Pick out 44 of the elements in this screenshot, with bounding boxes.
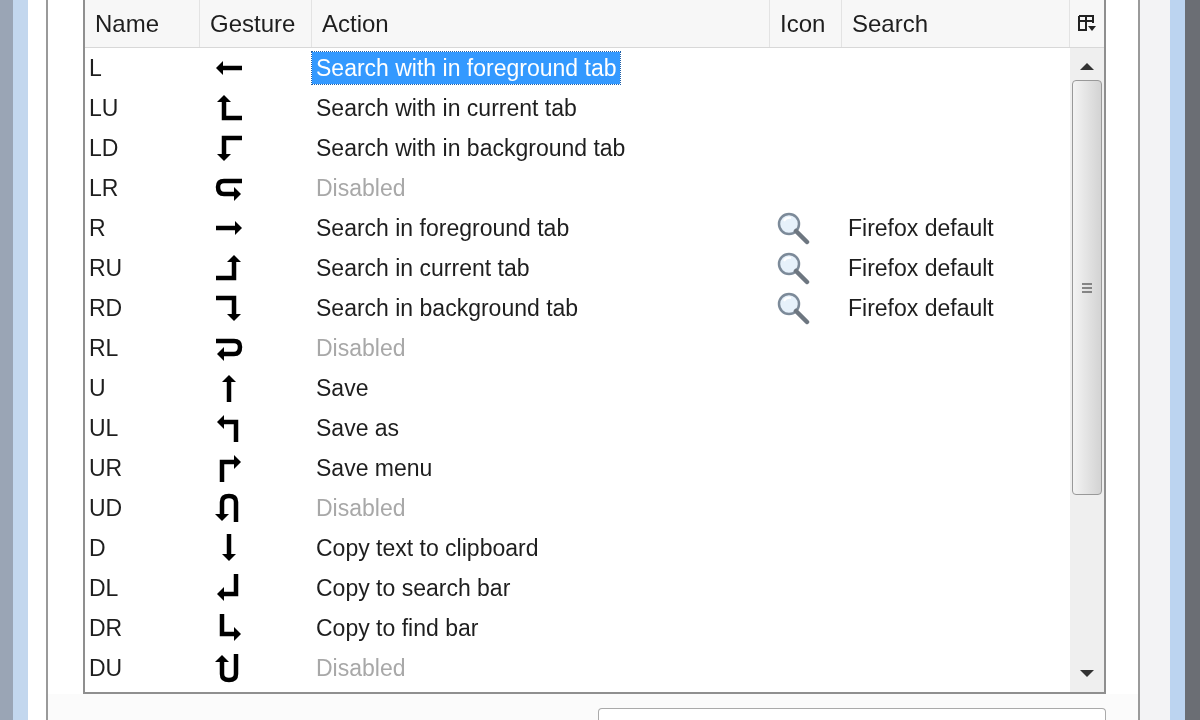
column-header[interactable]: Action	[312, 0, 770, 47]
table-cell-text: RD	[88, 293, 124, 323]
table-cell[interactable]: Save	[312, 372, 373, 404]
table-cell-text: UD	[88, 493, 124, 523]
grip-icon	[1081, 281, 1093, 294]
search-icon	[776, 211, 810, 245]
table-cell-text: UR	[88, 453, 124, 483]
table-cell-text: LD	[88, 133, 120, 163]
scrollbar-thumb[interactable]	[1072, 80, 1102, 495]
table-cell-text: RU	[88, 253, 124, 283]
table-cell-text: D	[88, 533, 107, 563]
table-cell[interactable]: Save menu	[312, 452, 437, 484]
table-cell-text: U	[88, 373, 107, 403]
table-cell-text: LU	[88, 93, 120, 123]
table-cell: Firefox default	[848, 214, 994, 241]
table-cell[interactable]: Search with in background tab	[312, 132, 630, 164]
column-header[interactable]: Search	[842, 0, 1070, 47]
table-cell-text: UL	[88, 413, 120, 443]
table-cell[interactable]: Save as	[312, 412, 404, 444]
table-cell-text: R	[88, 213, 107, 243]
table-cell[interactable]: Search in current tab	[312, 252, 534, 284]
table-cell[interactable]: Copy to search bar	[312, 572, 515, 604]
column-picker-icon[interactable]	[1077, 13, 1097, 34]
table-cell-text: DU	[88, 653, 124, 683]
search-icon	[776, 291, 810, 325]
table-cell[interactable]: Search with in current tab	[312, 92, 581, 124]
table-cell-text: RL	[88, 333, 120, 363]
table-cell-text: L	[88, 53, 103, 83]
column-header[interactable]: Icon	[770, 0, 842, 47]
table-cell[interactable]: Search in foreground tab	[312, 212, 574, 244]
column-header[interactable]: Gesture	[200, 0, 312, 47]
scrollbar[interactable]	[1070, 48, 1104, 692]
column-header[interactable]: Name	[85, 0, 200, 47]
table-cell-text: DR	[88, 613, 124, 643]
table-cell[interactable]: Search in background tab	[312, 292, 583, 324]
table-cell[interactable]: Copy text to clipboard	[312, 532, 543, 564]
table-cell[interactable]: Copy to find bar	[312, 612, 483, 644]
table-cell: Firefox default	[848, 254, 994, 281]
table-cell-text: LR	[88, 173, 120, 203]
scroll-up-icon[interactable]	[1080, 62, 1094, 70]
table-cell-text: DL	[88, 573, 120, 603]
table-cell: Firefox default	[848, 294, 994, 321]
scroll-down-icon[interactable]	[1080, 670, 1094, 678]
search-icon	[776, 251, 810, 285]
